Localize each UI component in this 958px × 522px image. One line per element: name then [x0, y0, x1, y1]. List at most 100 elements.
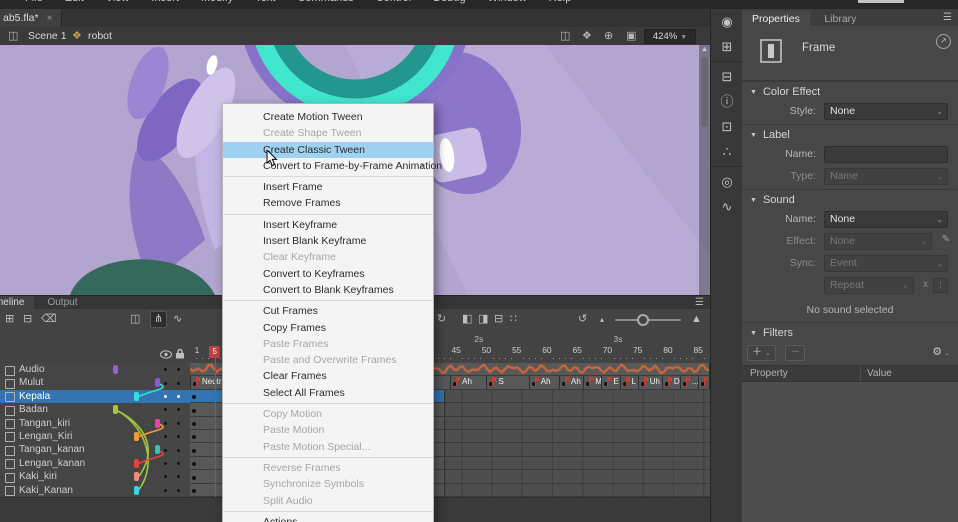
transform-icon[interactable]: ⊡ — [711, 114, 743, 139]
menu-edit[interactable]: Edit — [54, 0, 95, 9]
edit-sound-envelope-icon[interactable]: ✎ — [942, 234, 950, 245]
eye-icon[interactable] — [160, 350, 172, 359]
layer-tangan-kiri[interactable]: Tangan_kiri — [0, 417, 190, 430]
keyframe-cell-s-85[interactable]: S — [698, 376, 710, 388]
parenting-view-icon[interactable]: ⋔ — [150, 311, 167, 328]
keyframe-cell-ah-44[interactable]: Ah — [450, 376, 487, 388]
layer-tangan-kanan[interactable]: Tangan_kanan — [0, 443, 190, 456]
reset-timeline-zoom-icon[interactable]: ↺ — [578, 309, 587, 330]
layer-lock-dot[interactable] — [177, 408, 180, 411]
close-tab-icon[interactable]: × — [47, 13, 53, 24]
menu-item-actions[interactable]: Actions — [223, 514, 433, 522]
zoom-out-frames-icon[interactable]: ▴ — [600, 309, 604, 330]
menu-item-cut-frames[interactable]: Cut Frames — [223, 303, 433, 319]
section-color-effect[interactable]: ▼Color Effect — [742, 81, 958, 102]
menu-control[interactable]: Control — [365, 0, 422, 9]
keyframe-cell-ah-62[interactable]: Ah — [559, 376, 584, 388]
layer-lock-dot[interactable] — [177, 462, 180, 465]
layer-lock-dot[interactable] — [177, 475, 180, 478]
menu-item-create-motion-tween[interactable]: Create Motion Tween — [223, 109, 433, 125]
layer-visibility-dot[interactable] — [164, 462, 167, 465]
keyframe-cell--82[interactable]: ... — [680, 376, 699, 388]
sound-name-dropdown[interactable]: None⌄ — [824, 211, 948, 228]
menu-debug[interactable]: Debug — [422, 0, 476, 9]
keyframe-cell-m-66[interactable]: M — [583, 376, 602, 388]
menu-item-remove-frames[interactable]: Remove Frames — [223, 195, 433, 211]
menu-item-convert-to-frame-by-frame-animation[interactable]: Convert to Frame-by-Frame Animation› — [223, 158, 433, 174]
layer-visibility-dot[interactable] — [164, 382, 167, 385]
playhead[interactable]: 5 — [209, 346, 220, 358]
panel-menu-icon[interactable]: ☰ — [943, 9, 952, 26]
graph-editor-icon[interactable]: ∿ — [173, 309, 182, 330]
keyframe-cell-s-50[interactable]: S — [486, 376, 529, 388]
layer-lock-dot[interactable] — [177, 489, 180, 492]
center-frame-icon[interactable]: ⊕ — [604, 27, 613, 45]
layer-audio[interactable]: Audio — [0, 363, 190, 376]
remove-filter-button[interactable]: － — [785, 345, 805, 361]
layer-visibility-dot[interactable] — [164, 475, 167, 478]
onion-outline-icon[interactable]: ◨ — [478, 309, 488, 330]
slider-knob[interactable] — [637, 314, 649, 326]
layer-kaki-kiri[interactable]: Kaki_kiri — [0, 470, 190, 483]
menu-item-select-all-frames[interactable]: Select All Frames — [223, 385, 433, 401]
layer-visibility-dot[interactable] — [164, 422, 167, 425]
cc-libraries-icon[interactable]: ◎ — [711, 169, 743, 194]
label-name-input[interactable] — [824, 146, 948, 163]
zoom-level-dropdown[interactable]: 424%▼ — [644, 29, 696, 44]
breadcrumb-scene[interactable]: Scene 1 — [28, 27, 67, 45]
layer-lock-dot[interactable] — [177, 382, 180, 385]
menu-item-convert-to-blank-keyframes[interactable]: Convert to Blank Keyframes — [223, 282, 433, 298]
style-dropdown[interactable]: None⌄ — [824, 103, 948, 120]
breadcrumb-symbol[interactable]: robot — [88, 27, 112, 45]
marker-range-icon[interactable]: ∷ — [510, 309, 517, 330]
document-tab[interactable]: ab5.fla*× — [0, 9, 62, 27]
tab-output[interactable]: Output — [38, 296, 86, 309]
layer-visibility-dot[interactable] — [164, 368, 167, 371]
menu-item-insert-frame[interactable]: Insert Frame — [223, 179, 433, 195]
filter-options-gear-icon[interactable]: ⚙⌄ — [932, 345, 950, 358]
edit-symbols-icon[interactable]: ❖ — [582, 27, 592, 45]
layer-visibility-dot[interactable] — [164, 489, 167, 492]
panel-menu-icon[interactable]: ☰ — [695, 296, 704, 309]
menu-text[interactable]: Text — [244, 0, 286, 9]
color-palette-icon[interactable]: ◉ — [711, 9, 743, 34]
new-layer-icon[interactable]: ⊞ — [5, 309, 14, 330]
edit-multiple-frames-icon[interactable]: ⊟ — [494, 309, 503, 330]
menu-file[interactable]: File — [14, 0, 54, 9]
section-label[interactable]: ▼Label — [742, 124, 958, 145]
menu-item-insert-keyframe[interactable]: Insert Keyframe — [223, 217, 433, 233]
layer-kepala[interactable]: Kepala — [0, 390, 190, 403]
layer-visibility-dot[interactable] — [164, 395, 167, 398]
layer-visibility-dot[interactable] — [164, 449, 167, 452]
info-icon[interactable]: ⓘ — [711, 89, 743, 114]
menu-commands[interactable]: Commands — [286, 0, 364, 9]
layer-kaki-kanan[interactable]: Kaki_Kanan — [0, 484, 190, 497]
section-filters[interactable]: ▼Filters — [742, 322, 958, 343]
keyframe-cell-ah-57[interactable]: Ah — [529, 376, 560, 388]
new-folder-icon[interactable]: ⊟ — [23, 309, 32, 330]
add-filter-button[interactable]: ＋⌄ — [747, 345, 776, 361]
layer-badan[interactable]: Badan — [0, 403, 190, 416]
menu-item-clear-frames[interactable]: Clear Frames — [223, 368, 433, 384]
swatches-icon[interactable]: ⊞ — [711, 34, 743, 62]
delete-layer-icon[interactable]: ⌫ — [41, 309, 57, 330]
zoom-in-frames-icon[interactable]: ▲ — [691, 309, 702, 330]
layer-lengan-kanan[interactable]: Lengan_kanan — [0, 457, 190, 470]
stage-vertical-scrollbar[interactable]: ▲ — [699, 45, 710, 295]
brush-library-icon[interactable]: ∴ — [711, 139, 743, 167]
tab-timeline[interactable]: Timeline — [0, 296, 34, 309]
keyframe-cell-l-72[interactable]: L — [620, 376, 639, 388]
help-icon[interactable]: ↗ — [936, 34, 951, 49]
menu-view[interactable]: View — [95, 0, 141, 9]
menu-modify[interactable]: Modify — [190, 0, 244, 9]
keyframe-cell-uh-75[interactable]: Uh — [638, 376, 663, 388]
section-sound[interactable]: ▼Sound — [742, 189, 958, 210]
layer-lengan-kiri[interactable]: Lengan_Kiri — [0, 430, 190, 443]
camera-icon[interactable]: ◫ — [130, 309, 140, 330]
menu-item-copy-frames[interactable]: Copy Frames — [223, 320, 433, 336]
motion-editor-icon[interactable]: ∿ — [711, 194, 743, 219]
layer-mulut[interactable]: Mulut — [0, 376, 190, 389]
keyframe-cell-d-79[interactable]: D — [662, 376, 681, 388]
layer-visibility-dot[interactable] — [164, 435, 167, 438]
loop-playback-icon[interactable]: ↻ — [437, 309, 446, 330]
